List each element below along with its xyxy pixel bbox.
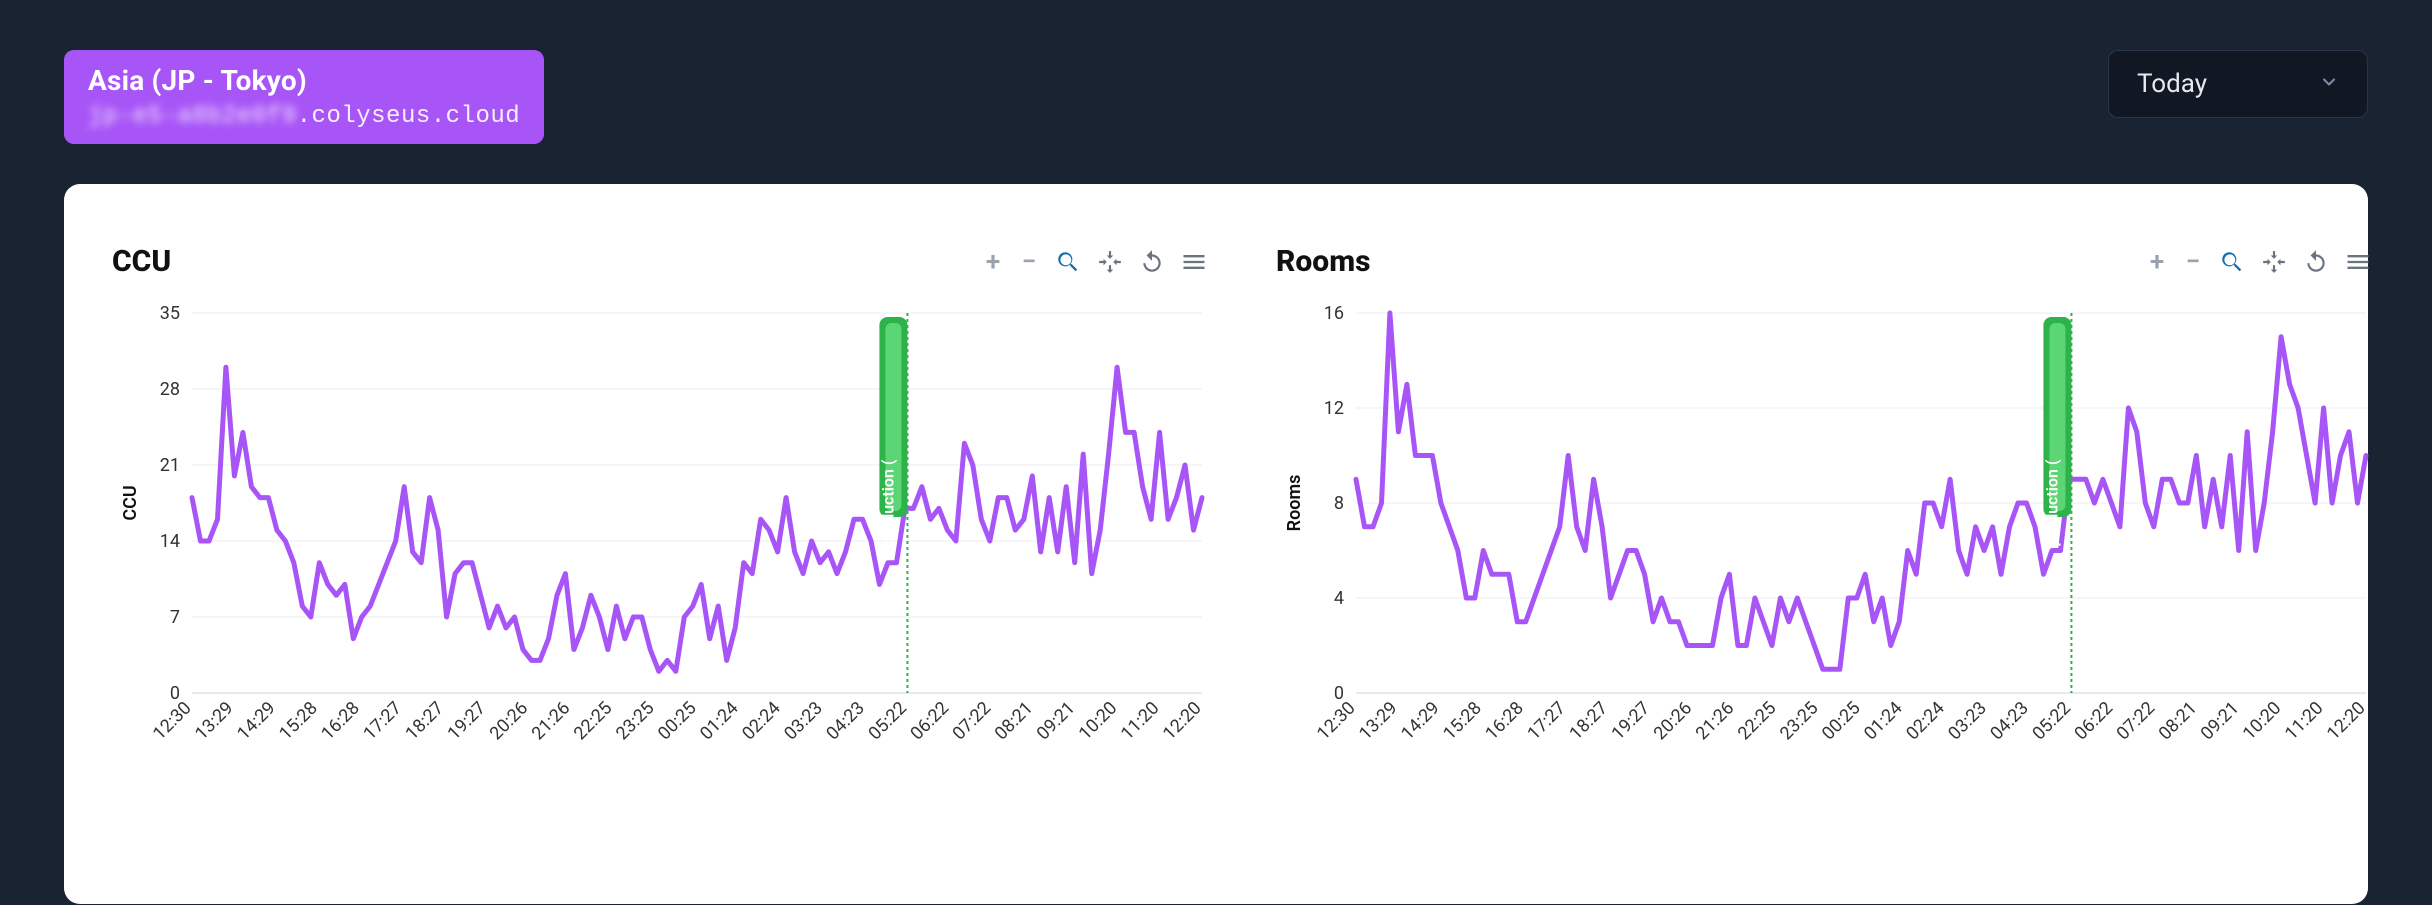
svg-text:14: 14 — [160, 531, 180, 552]
svg-text:08:21: 08:21 — [2155, 698, 2202, 745]
svg-text:10:20: 10:20 — [2239, 698, 2286, 745]
svg-text:16: 16 — [1324, 303, 1344, 324]
svg-text:production (: production ( — [2042, 459, 2061, 546]
svg-text:21:26: 21:26 — [1692, 698, 1739, 745]
svg-text:19:27: 19:27 — [1608, 698, 1655, 745]
svg-text:19:27: 19:27 — [444, 698, 491, 745]
zoom-tool-icon[interactable] — [1054, 248, 1082, 276]
svg-text:17:27: 17:27 — [359, 698, 406, 745]
region-domain-suffix: .colyseus.cloud — [297, 103, 521, 130]
svg-text:00:25: 00:25 — [654, 698, 701, 745]
region-title: Asia (JP - Tokyo) — [88, 64, 520, 97]
svg-text:18:27: 18:27 — [1565, 698, 1612, 745]
svg-text:production (: production ( — [878, 459, 897, 546]
svg-text:05:22: 05:22 — [2028, 698, 2075, 745]
svg-text:04:23: 04:23 — [1986, 698, 2033, 745]
svg-text:21:26: 21:26 — [528, 698, 575, 745]
svg-text:12:20: 12:20 — [1159, 698, 1206, 745]
svg-text:12:30: 12:30 — [149, 698, 196, 745]
svg-text:04:23: 04:23 — [822, 698, 869, 745]
svg-text:07:22: 07:22 — [2113, 698, 2160, 745]
svg-text:09:21: 09:21 — [1033, 698, 1080, 745]
svg-text:12: 12 — [1324, 398, 1344, 419]
chart-card-ccu: CCU + − 0714212835CCU12:3013:2914:2915 — [112, 244, 1212, 864]
zoom-tool-icon[interactable] — [2218, 248, 2246, 276]
svg-text:03:23: 03:23 — [780, 698, 827, 745]
chart-title: Rooms — [1276, 244, 1371, 279]
svg-text:8: 8 — [1334, 493, 1344, 514]
svg-text:21: 21 — [160, 455, 180, 476]
svg-text:18:27: 18:27 — [401, 698, 448, 745]
svg-text:10:20: 10:20 — [1075, 698, 1122, 745]
svg-text:15:28: 15:28 — [1439, 698, 1486, 745]
charts-panel: CCU + − 0714212835CCU12:3013:2914:2915 — [64, 184, 2368, 904]
svg-text:28: 28 — [160, 379, 180, 400]
menu-icon[interactable] — [1180, 248, 1208, 276]
svg-text:12:20: 12:20 — [2323, 698, 2370, 745]
svg-text:14:29: 14:29 — [1397, 698, 1444, 745]
reset-icon[interactable] — [2302, 248, 2330, 276]
chart-title: CCU — [112, 244, 171, 279]
svg-text:23:25: 23:25 — [612, 698, 659, 745]
svg-text:08:21: 08:21 — [991, 698, 1038, 745]
svg-text:35: 35 — [160, 303, 180, 324]
svg-text:22:25: 22:25 — [570, 698, 617, 745]
svg-text:06:22: 06:22 — [906, 698, 953, 745]
time-range-label: Today — [2137, 69, 2207, 99]
svg-text:01:24: 01:24 — [696, 698, 743, 745]
chart-card-rooms: Rooms + − 0481216Rooms12:3013:2914:291 — [1276, 244, 2376, 864]
zoom-out-icon[interactable]: − — [1018, 247, 1040, 277]
svg-text:13:29: 13:29 — [191, 698, 238, 745]
svg-text:20:26: 20:26 — [486, 698, 533, 745]
reset-icon[interactable] — [1138, 248, 1166, 276]
svg-text:03:23: 03:23 — [1944, 698, 1991, 745]
svg-text:17:27: 17:27 — [1523, 698, 1570, 745]
region-domain: jp-e5-a8b2e0f9 .colyseus.cloud — [88, 103, 520, 130]
svg-text:7: 7 — [170, 607, 180, 628]
pan-tool-icon[interactable] — [2260, 248, 2288, 276]
svg-text:20:26: 20:26 — [1650, 698, 1697, 745]
svg-text:01:24: 01:24 — [1860, 698, 1907, 745]
svg-text:09:21: 09:21 — [2197, 698, 2244, 745]
svg-text:14:29: 14:29 — [233, 698, 280, 745]
menu-icon[interactable] — [2344, 248, 2372, 276]
chart-toolbar: + − — [2146, 247, 2372, 277]
svg-text:00:25: 00:25 — [1818, 698, 1865, 745]
svg-text:02:24: 02:24 — [738, 698, 785, 745]
svg-text:13:29: 13:29 — [1355, 698, 1402, 745]
svg-text:02:24: 02:24 — [1902, 698, 1949, 745]
svg-text:15:28: 15:28 — [275, 698, 322, 745]
svg-text:Rooms: Rooms — [1284, 475, 1305, 532]
chart-plot-ccu[interactable]: 0714212835CCU12:3013:2914:2915:2816:2817… — [112, 303, 1212, 864]
zoom-in-icon[interactable]: + — [982, 247, 1004, 277]
chart-toolbar: + − — [982, 247, 1208, 277]
chevron-down-icon — [2319, 72, 2339, 96]
time-range-select[interactable]: Today — [2108, 50, 2368, 118]
zoom-out-icon[interactable]: − — [2182, 247, 2204, 277]
svg-text:11:20: 11:20 — [1117, 698, 1164, 745]
svg-text:12:30: 12:30 — [1313, 698, 1360, 745]
svg-text:CCU: CCU — [120, 485, 141, 520]
svg-text:16:28: 16:28 — [317, 698, 364, 745]
svg-text:16:28: 16:28 — [1481, 698, 1528, 745]
svg-text:4: 4 — [1334, 588, 1344, 609]
svg-text:07:22: 07:22 — [949, 698, 996, 745]
svg-text:05:22: 05:22 — [864, 698, 911, 745]
chart-plot-rooms[interactable]: 0481216Rooms12:3013:2914:2915:2816:2817:… — [1276, 303, 2376, 864]
svg-text:11:20: 11:20 — [2281, 698, 2328, 745]
region-badge[interactable]: Asia (JP - Tokyo) jp-e5-a8b2e0f9 .colyse… — [64, 50, 544, 144]
svg-text:06:22: 06:22 — [2070, 698, 2117, 745]
pan-tool-icon[interactable] — [1096, 248, 1124, 276]
svg-text:22:25: 22:25 — [1734, 698, 1781, 745]
zoom-in-icon[interactable]: + — [2146, 247, 2168, 277]
region-domain-blurred: jp-e5-a8b2e0f9 — [88, 103, 297, 130]
svg-text:23:25: 23:25 — [1776, 698, 1823, 745]
